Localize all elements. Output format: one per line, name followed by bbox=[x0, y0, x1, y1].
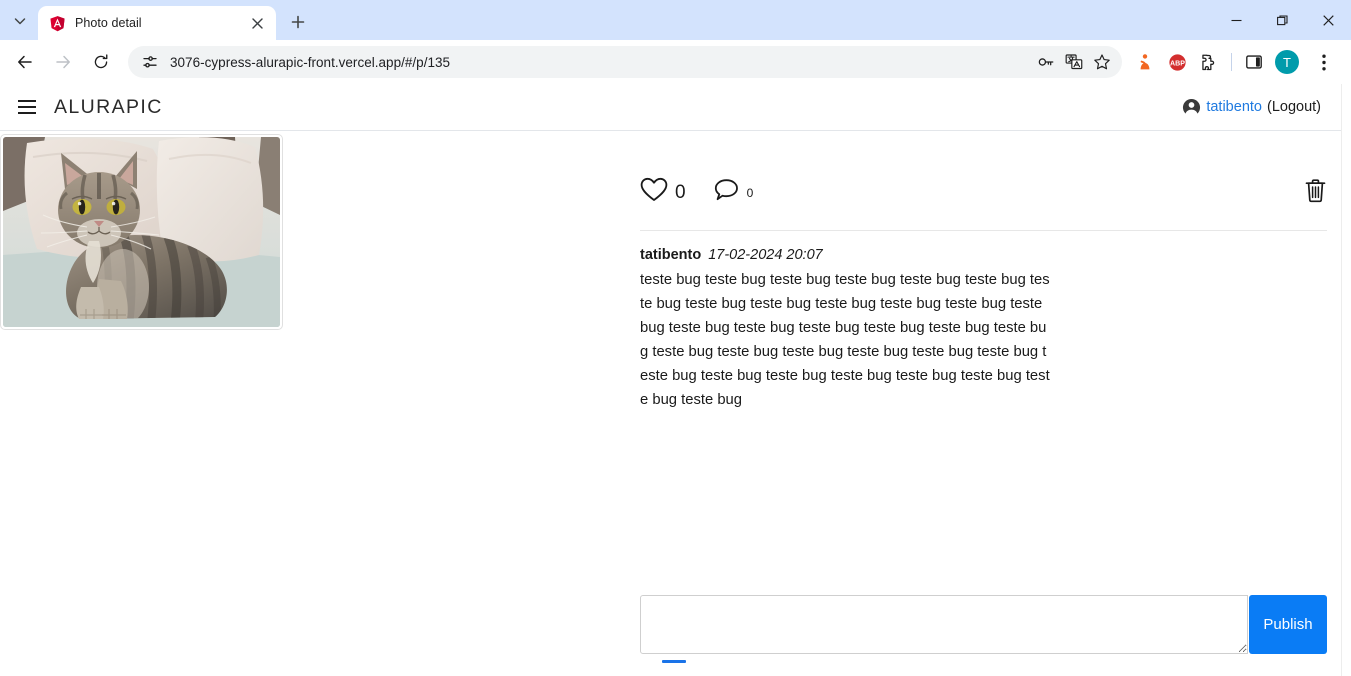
app-header: ALURAPIC tatibento (Logout) bbox=[0, 84, 1341, 131]
browser-tab[interactable]: Photo detail bbox=[38, 6, 276, 40]
three-dot-menu-icon[interactable] bbox=[1308, 46, 1340, 78]
comment-count: 0 bbox=[746, 185, 754, 200]
tab-title: Photo detail bbox=[75, 16, 142, 30]
trash-bin-icon[interactable] bbox=[1304, 178, 1327, 208]
photo-column bbox=[0, 131, 640, 676]
profile-avatar[interactable]: T bbox=[1272, 47, 1302, 77]
url-text[interactable]: 3076-cypress-alurapic-front.vercel.app/#… bbox=[170, 55, 1026, 70]
comment-composer: Publish bbox=[640, 595, 1327, 676]
tab-search-icon[interactable] bbox=[6, 7, 34, 35]
comments-list: tatibento 17-02-2024 20:07 teste bug test… bbox=[640, 231, 1327, 412]
browser-window: Photo detail 3076-cypress-alurapic-front… bbox=[0, 0, 1351, 676]
tab-strip: Photo detail bbox=[0, 0, 1351, 40]
comment-author: tatibento bbox=[640, 247, 702, 263]
comment-text: teste bug teste bug teste bug teste bug … bbox=[640, 272, 1050, 408]
publish-button[interactable]: Publish bbox=[1249, 595, 1327, 654]
forward-arrow-icon[interactable] bbox=[47, 46, 79, 78]
password-manager-icon[interactable] bbox=[1032, 48, 1060, 76]
minimize-button[interactable] bbox=[1213, 0, 1259, 40]
avatar-initial: T bbox=[1275, 50, 1299, 74]
side-panel-icon[interactable] bbox=[1239, 47, 1269, 77]
address-bar[interactable]: 3076-cypress-alurapic-front.vercel.app/#… bbox=[128, 46, 1122, 78]
comment-button[interactable]: 0 bbox=[714, 178, 754, 207]
comment-date: 17-02-2024 20:07 bbox=[708, 247, 823, 263]
comment-bubble-icon[interactable] bbox=[714, 178, 739, 207]
new-tab-button[interactable] bbox=[284, 8, 312, 36]
extensions-puzzle-icon[interactable] bbox=[1194, 47, 1224, 77]
user-name-link[interactable]: tatibento bbox=[1206, 99, 1262, 115]
like-count: 0 bbox=[675, 181, 686, 203]
extension-orange-icon[interactable] bbox=[1130, 47, 1160, 77]
photo-actions-row: 0 0 bbox=[640, 177, 1327, 231]
svg-text:ABP: ABP bbox=[1170, 60, 1185, 67]
photo-image bbox=[3, 137, 280, 327]
window-controls bbox=[1213, 0, 1351, 40]
page-viewport: ALURAPIC tatibento (Logout) 0 0 tatibent… bbox=[0, 84, 1351, 676]
detail-column: 0 0 tatibento 17-02-2024 20:07 teste bug… bbox=[640, 131, 1341, 676]
comment-item: tatibento 17-02-2024 20:07 teste bug test… bbox=[640, 247, 1327, 412]
hint-accent-bar bbox=[662, 660, 686, 663]
composer-hint bbox=[640, 660, 1327, 674]
site-settings-icon[interactable] bbox=[140, 52, 160, 72]
app-brand-title[interactable]: ALURAPIC bbox=[54, 96, 163, 119]
comment-meta: tatibento 17-02-2024 20:07 bbox=[640, 247, 1327, 263]
comment-input[interactable] bbox=[640, 595, 1248, 654]
like-button[interactable]: 0 bbox=[640, 177, 686, 208]
page-scrollbar[interactable] bbox=[1341, 84, 1351, 676]
back-arrow-icon[interactable] bbox=[9, 46, 41, 78]
delete-photo-button[interactable] bbox=[1304, 178, 1327, 208]
user-session-area: tatibento (Logout) bbox=[1182, 98, 1321, 117]
heart-outline-icon[interactable] bbox=[640, 177, 668, 208]
maximize-button[interactable] bbox=[1259, 0, 1305, 40]
bookmark-star-icon[interactable] bbox=[1088, 48, 1116, 76]
browser-toolbar: 3076-cypress-alurapic-front.vercel.app/#… bbox=[0, 40, 1351, 84]
composer-row: Publish bbox=[640, 595, 1327, 654]
reload-icon[interactable] bbox=[85, 46, 117, 78]
toolbar-divider bbox=[1231, 53, 1232, 71]
angular-logo-icon bbox=[49, 15, 66, 32]
account-circle-icon bbox=[1182, 98, 1201, 117]
photo-card bbox=[0, 134, 283, 330]
omnibox-actions bbox=[1032, 48, 1116, 76]
logout-link[interactable]: (Logout) bbox=[1267, 99, 1321, 115]
alurapic-app: ALURAPIC tatibento (Logout) 0 0 tatibent… bbox=[0, 84, 1341, 676]
photo-detail-content: 0 0 tatibento 17-02-2024 20:07 teste bug… bbox=[0, 131, 1341, 676]
extensions-area: ABP bbox=[1130, 47, 1224, 77]
hamburger-menu-icon[interactable] bbox=[12, 92, 42, 122]
translate-icon[interactable] bbox=[1060, 48, 1088, 76]
window-close-button[interactable] bbox=[1305, 0, 1351, 40]
tab-close-icon[interactable] bbox=[247, 13, 267, 33]
adblock-plus-icon[interactable]: ABP bbox=[1162, 47, 1192, 77]
